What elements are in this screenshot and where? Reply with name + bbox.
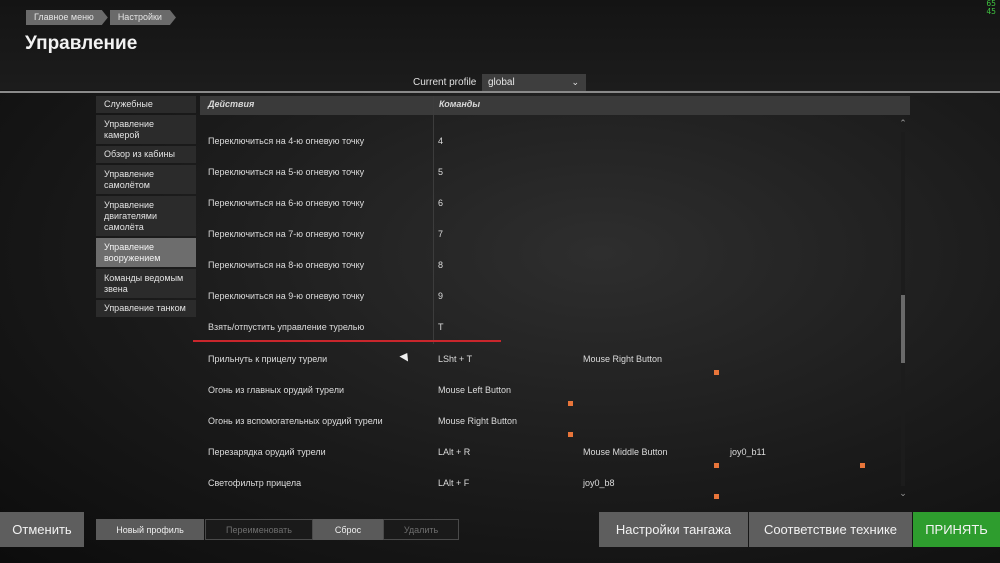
command-cell[interactable]: Mouse Left Button: [438, 385, 511, 395]
sidebar-item-aircraft-control[interactable]: Управление самолётом: [96, 165, 196, 194]
rename-button[interactable]: Переименовать: [205, 519, 313, 540]
binding-marker-icon[interactable]: [714, 370, 719, 375]
command-cell[interactable]: 9: [438, 291, 443, 301]
breadcrumb: Главное меню Настройки: [26, 10, 178, 25]
table-row[interactable]: Переключиться на 9-ю огневую точку 9: [200, 281, 900, 312]
table-row[interactable]: Светофильтр прицела LAlt + F joy0_b8: [200, 468, 900, 499]
command-cell-2[interactable]: Mouse Middle Button: [583, 447, 668, 457]
sidebar-item-label: Управление вооружением: [104, 241, 161, 263]
sidebar-item-label: Служебные: [104, 99, 153, 109]
command-cell[interactable]: T: [438, 322, 444, 332]
new-profile-button[interactable]: Новый профиль: [96, 519, 204, 540]
sidebar-item-label: Управление двигателями самолёта: [104, 199, 158, 232]
fps-counter: 65 45: [986, 0, 996, 16]
bindings-table: Переключиться на 4-ю огневую точку 4 Пер…: [200, 126, 900, 506]
binding-marker-icon[interactable]: [714, 494, 719, 499]
table-row[interactable]: Переключиться на 7-ю огневую точку 7: [200, 219, 900, 250]
binding-marker-icon[interactable]: [860, 463, 865, 468]
profile-label: Current profile: [413, 77, 477, 88]
breadcrumb-main-menu[interactable]: Главное меню: [26, 10, 108, 25]
command-cell[interactable]: 8: [438, 260, 443, 270]
sidebar-item-engine-control[interactable]: Управление двигателями самолёта: [96, 196, 196, 236]
action-cell: Перезарядка орудий турели: [208, 447, 326, 457]
action-cell: Светофильтр прицела: [208, 478, 302, 488]
action-cell: Переключиться на 5-ю огневую точку: [208, 167, 365, 177]
sidebar-item-label: Управление танком: [104, 303, 186, 313]
action-cell: Огонь из главных орудий турели: [208, 385, 344, 395]
command-cell[interactable]: 4: [438, 136, 443, 146]
accept-button[interactable]: ПРИНЯТЬ: [913, 512, 1000, 547]
sidebar-item-wingmen[interactable]: Команды ведомым звена: [96, 269, 196, 298]
header-divider: [0, 91, 1000, 93]
pitch-settings-button[interactable]: Настройки тангажа: [599, 512, 748, 547]
table-row[interactable]: Перезарядка орудий турели LAlt + R Mouse…: [200, 437, 900, 468]
table-header: Действия Команды: [200, 96, 910, 115]
header-actions: Действия: [208, 99, 255, 109]
chevron-down-icon[interactable]: ⌄: [897, 488, 909, 499]
table-row[interactable]: Переключиться на 8-ю огневую точку 8: [200, 250, 900, 281]
sidebar-item-camera[interactable]: Управление камерой: [96, 115, 196, 144]
command-cell[interactable]: LAlt + F: [438, 478, 469, 488]
header-commands: Команды: [439, 99, 481, 109]
reset-button[interactable]: Сброс: [313, 519, 383, 540]
profile-select-value: global: [488, 77, 515, 88]
sidebar-item-label: Обзор из кабины: [104, 149, 175, 159]
command-cell-3[interactable]: joy0_b11: [730, 447, 766, 457]
cancel-button[interactable]: Отменить: [0, 512, 84, 547]
page-title: Управление: [25, 33, 138, 54]
command-cell-2[interactable]: joy0_b8: [583, 478, 615, 488]
profile-select[interactable]: global ⌄: [482, 74, 586, 91]
selected-row-underline: [193, 340, 501, 342]
action-cell: Огонь из вспомогательных орудий турели: [208, 416, 383, 426]
command-cell[interactable]: 6: [438, 198, 443, 208]
table-row[interactable]: Переключиться на 5-ю огневую точку 5: [200, 157, 900, 188]
top-bar: Главное меню Настройки Управление 65 45 …: [0, 0, 1000, 91]
command-cell[interactable]: 7: [438, 229, 443, 239]
binding-marker-icon[interactable]: [568, 401, 573, 406]
fps-value-bottom: 45: [986, 7, 996, 16]
command-cell[interactable]: 5: [438, 167, 443, 177]
command-cell[interactable]: LAlt + R: [438, 447, 470, 457]
sidebar-item-tank-control[interactable]: Управление танком: [96, 300, 196, 317]
sidebar-item-service[interactable]: Служебные: [96, 96, 196, 113]
bottom-bar: Отменить Новый профиль Переименовать Сбр…: [0, 512, 1000, 563]
breadcrumb-settings[interactable]: Настройки: [110, 10, 176, 25]
table-row[interactable]: Огонь из главных орудий турели Mouse Lef…: [200, 375, 900, 406]
binding-marker-icon[interactable]: [714, 463, 719, 468]
table-row[interactable]: Огонь из вспомогательных орудий турели M…: [200, 406, 900, 437]
binding-marker-icon[interactable]: [568, 432, 573, 437]
table-row[interactable]: Переключиться на 6-ю огневую точку 6: [200, 188, 900, 219]
action-cell: Переключиться на 8-ю огневую точку: [208, 260, 365, 270]
sidebar-item-label: Управление камерой: [104, 118, 155, 140]
command-cell[interactable]: LSht + T: [438, 354, 472, 364]
category-sidebar: Служебные Управление камерой Обзор из ка…: [96, 96, 196, 319]
table-scrollbar[interactable]: ⌃ ⌄: [897, 118, 909, 500]
sidebar-item-label: Команды ведомым звена: [104, 272, 184, 294]
sidebar-item-cockpit-view[interactable]: Обзор из кабины: [96, 146, 196, 163]
action-cell: Прильнуть к прицелу турели: [208, 354, 328, 364]
action-cell: Переключиться на 6-ю огневую точку: [208, 198, 365, 208]
sidebar-item-label: Управление самолётом: [104, 168, 155, 190]
action-cell: Переключиться на 7-ю огневую точку: [208, 229, 365, 239]
chevron-up-icon[interactable]: ⌃: [897, 118, 909, 129]
command-cell[interactable]: Mouse Right Button: [438, 416, 517, 426]
delete-button[interactable]: Удалить: [383, 519, 459, 540]
sidebar-item-weapons[interactable]: Управление вооружением: [96, 238, 196, 267]
action-cell: Переключиться на 9-ю огневую точку: [208, 291, 365, 301]
table-row[interactable]: Прильнуть к прицелу турели LSht + T Mous…: [200, 344, 900, 375]
chevron-down-icon: ⌄: [571, 77, 579, 87]
table-row[interactable]: Переключиться на 4-ю огневую точку 4: [200, 126, 900, 157]
action-cell: Переключиться на 4-ю огневую точку: [208, 136, 365, 146]
scrollbar-thumb[interactable]: [901, 295, 905, 363]
command-cell-2[interactable]: Mouse Right Button: [583, 354, 662, 364]
table-row-selected[interactable]: Взять/отпустить управление турелью T: [200, 312, 900, 343]
vehicle-match-button[interactable]: Соответствие технике: [749, 512, 912, 547]
action-cell: Взять/отпустить управление турелью: [208, 322, 365, 332]
